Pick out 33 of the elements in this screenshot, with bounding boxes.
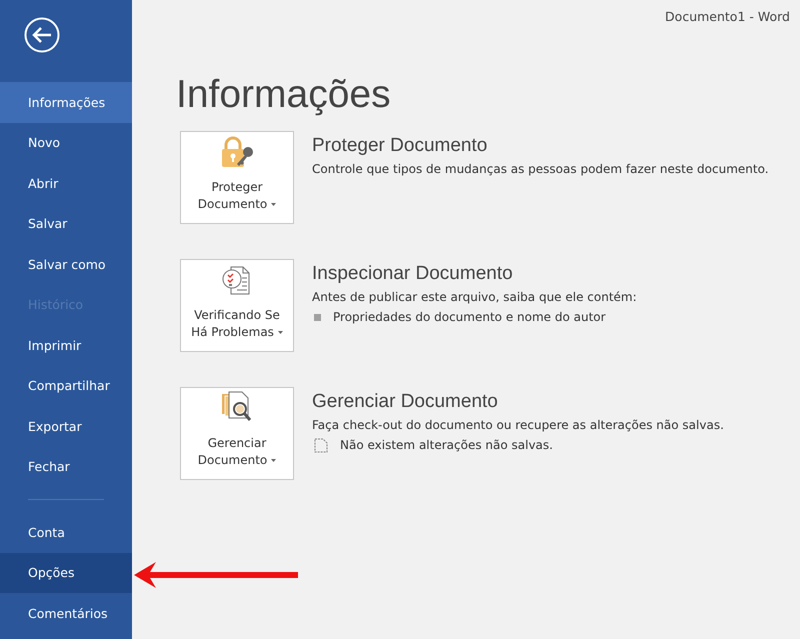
menu-item[interactable]: Compartilhar [0,366,132,406]
action-button[interactable]: Proteger Documento [180,131,294,224]
page-title: Informações [176,72,391,118]
section-title: Inspecionar Documento [312,262,513,286]
bullet-icon [314,314,321,320]
menu-item[interactable]: Fechar [0,446,132,487]
lock-key-icon [219,136,255,168]
section-description: Faça check-out do documento ou recupere as alterações não salvas. [312,417,724,434]
menu-item[interactable]: Comentários [0,593,132,634]
section-title: Proteger Documento [312,134,488,158]
note-text: Não existem alterações não salvas. [340,438,553,452]
section-description: Controle que tipos de mudanças as pessoas podem fazer neste documento. [312,161,769,178]
menu-item[interactable]: Salvar como [0,244,132,284]
menu-item[interactable]: Opções [0,552,132,593]
menu-item[interactable]: Exportar [0,406,132,446]
note-text: Propriedades do documento e nome do autor [333,310,606,324]
caret-icon [271,203,276,206]
action-button[interactable]: Gerenciar Documento [180,387,294,480]
menu-item[interactable]: Imprimir [0,325,132,366]
back-icon[interactable] [24,17,60,53]
documents-magnifier-icon [220,390,254,424]
document-icon [314,438,328,452]
caret-icon [278,331,283,334]
menu-item[interactable]: Novo [0,122,132,163]
action-button[interactable]: Verificando Se Há Problemas [180,259,294,352]
section-title: Gerenciar Documento [312,390,498,414]
menu-item[interactable]: Informações [0,82,132,122]
menu-item[interactable]: Conta [0,512,132,552]
window-title: Documento1 - Word [665,9,790,26]
section-description: Antes de publicar este arquivo, saiba que ele contém: [312,289,637,306]
menu-item[interactable]: Abrir [0,163,132,204]
caret-icon [271,459,276,462]
menu-item[interactable]: Salvar [0,204,132,244]
